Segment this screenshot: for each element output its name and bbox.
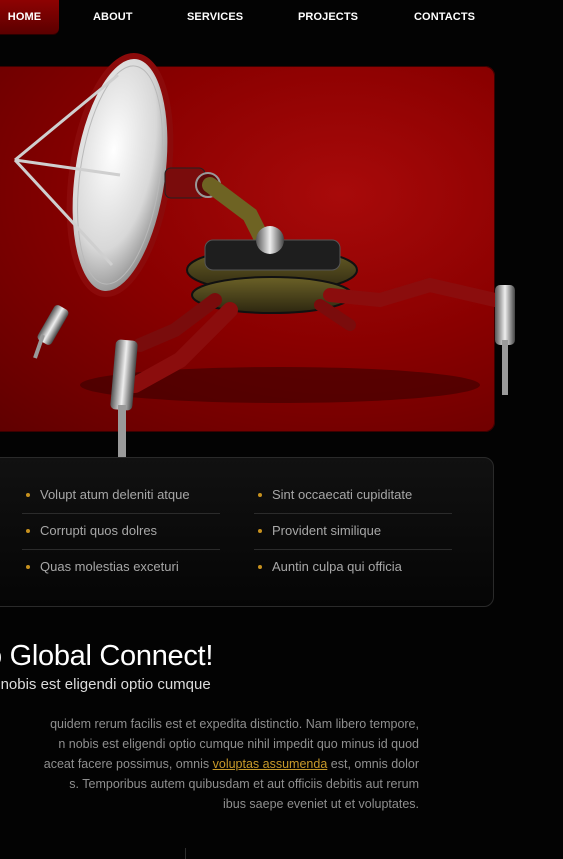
welcome-title: ome to Global Connect! xyxy=(0,640,214,672)
voluptas-link[interactable]: voluptas assumenda xyxy=(213,757,328,771)
body-line: quidem rerum facilis est et expedita dis… xyxy=(50,717,419,731)
bullet-icon xyxy=(258,565,262,569)
feature-label: Corrupti quos dolres xyxy=(40,523,158,538)
body-text: aceat facere possimus, omnis xyxy=(43,757,210,771)
feature-label: Volupt atum deleniti atque xyxy=(40,487,190,502)
nav-projects[interactable]: PROJECTS xyxy=(298,0,358,34)
body-line: aceat facere possimus, omnis voluptas as… xyxy=(0,754,419,774)
nav-home[interactable]: HOME xyxy=(0,0,59,34)
feature-item: Sint occaecati cupiditate xyxy=(254,478,452,514)
bullet-icon xyxy=(258,529,262,533)
feature-item: Quas molestias exceturi xyxy=(22,550,220,585)
feature-label: Sint occaecati cupiditate xyxy=(272,487,413,502)
main-nav: HOME ABOUT SERVICES PROJECTS CONTACTS xyxy=(0,0,563,34)
features-list-left: Volupt atum deleniti atque Corrupti quos… xyxy=(22,478,220,585)
feature-item: Corrupti quos dolres xyxy=(22,514,220,550)
bullet-icon xyxy=(258,493,262,497)
features-panel: Volupt atum deleniti atque Corrupti quos… xyxy=(0,457,494,607)
feature-item: Volupt atum deleniti atque xyxy=(22,478,220,514)
bullet-icon xyxy=(26,493,30,497)
nav-contacts[interactable]: CONTACTS xyxy=(414,0,475,34)
nav-about[interactable]: ABOUT xyxy=(93,0,133,34)
welcome-subtitle: ro tempore, cum soluta nobis est eligend… xyxy=(0,676,211,693)
feature-label: Quas molestias exceturi xyxy=(40,559,179,574)
welcome-body: quidem rerum facilis est et expedita dis… xyxy=(0,714,424,814)
footer-divider xyxy=(185,848,186,859)
body-text: est, omnis dolor xyxy=(330,757,419,771)
bullet-icon xyxy=(26,565,30,569)
features-list-right: Sint occaecati cupiditate Provident simi… xyxy=(254,478,452,585)
feature-label: Auntin culpa qui officia xyxy=(272,559,402,574)
nav-services[interactable]: SERVICES xyxy=(187,0,243,34)
body-line: ibus saepe eveniet ut et voluptates. xyxy=(223,797,419,811)
feature-item: Provident similique xyxy=(254,514,452,550)
satellite-robot-image xyxy=(13,52,515,465)
feature-item: Auntin culpa qui officia xyxy=(254,550,452,585)
body-line: s. Temporibus autem quibusdam et aut off… xyxy=(69,777,419,791)
page: HOME ABOUT SERVICES PROJECTS CONTACTS Vo… xyxy=(0,0,563,859)
bullet-icon xyxy=(26,529,30,533)
feature-label: Provident similique xyxy=(272,523,382,538)
body-line: n nobis est eligendi optio cumque nihil … xyxy=(58,737,419,751)
